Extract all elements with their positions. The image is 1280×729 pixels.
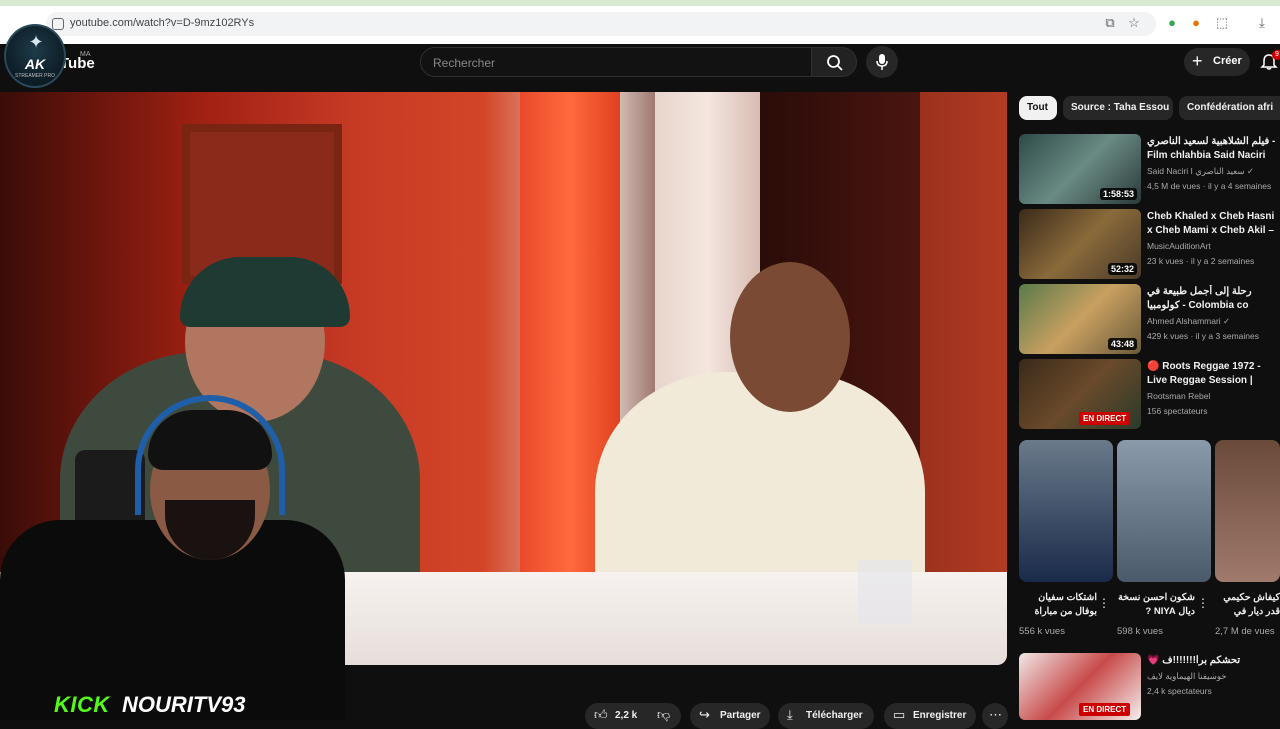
bookmark-star-icon[interactable]: ☆ — [1127, 16, 1141, 30]
water-glass — [858, 560, 912, 624]
search-placeholder: Rechercher — [433, 56, 496, 70]
short-title[interactable]: شكون احسن نسخة ديال NIYA ? — [1117, 591, 1195, 619]
short-thumbnail[interactable] — [1215, 440, 1280, 582]
eagle-logo-icon: ✦ — [28, 32, 44, 52]
video-meta: 156 spectateurs — [1147, 406, 1208, 416]
live-badge: EN DIRECT — [1079, 412, 1131, 425]
list-item[interactable]: EN DIRECT 🔴 Roots Reggae 1972 - Live Reg… — [1019, 359, 1280, 429]
video-duration: 43:48 — [1107, 338, 1137, 350]
download-label: Télécharger — [806, 710, 863, 721]
extensions-puzzle-icon[interactable]: ⬚ — [1215, 16, 1229, 30]
share-label: Partager — [720, 710, 761, 721]
streamer-logo-badge: ✦ AK STREAMER PRO — [4, 24, 66, 88]
short-title[interactable]: اشتكات سفيان بوفال من مباراة — [1019, 591, 1097, 619]
voice-search-button[interactable] — [866, 46, 898, 78]
video-title[interactable]: 💗 تحشكم برا!!!!!!!ف — [1147, 654, 1280, 668]
list-item[interactable]: 1:58:53 فيلم الشلاهبية لسعيد الناصري - F… — [1019, 134, 1280, 204]
browser-toolbar: youtube.com/watch?v=D-9mz102RYs ⧉ ☆ ● ● … — [0, 0, 1280, 44]
video-meta: 23 k vues · il y a 2 semaines — [1147, 256, 1255, 266]
save-button[interactable]: ▭ Enregistrer — [884, 703, 976, 729]
short-views: 598 k vues — [1117, 626, 1163, 637]
list-item[interactable]: EN DIRECT 💗 تحشكم برا!!!!!!!ف خوسيفنا ال… — [1019, 653, 1280, 720]
video-meta: 429 k vues · il y a 3 semaines — [1147, 331, 1259, 341]
like-count[interactable]: 2,2 k — [615, 710, 637, 721]
short-more-icon[interactable]: ⋮ — [1098, 596, 1110, 610]
short-views: 2,7 M de vues — [1215, 626, 1275, 637]
extension-icon[interactable]: ● — [1165, 16, 1179, 30]
video-thumbnail[interactable]: 1:58:53 — [1019, 134, 1141, 204]
streamer-webcam — [0, 390, 345, 720]
like-dislike-group: 👍︎ 2,2 k 👎︎ — [585, 703, 681, 729]
chip-all[interactable]: Tout — [1019, 96, 1057, 120]
channel-name[interactable]: Said Naciri I سعيد الناصري ✓ — [1147, 166, 1254, 177]
short-views: 556 k vues — [1019, 626, 1065, 637]
video-title[interactable]: 🔴 Roots Reggae 1972 - Live Reggae Sessio… — [1147, 360, 1280, 388]
microphone-icon — [876, 54, 888, 70]
logo-subtext: STREAMER PRO — [14, 73, 55, 79]
streamer-jacket — [0, 520, 345, 720]
site-info-icon[interactable] — [52, 18, 64, 30]
person-head — [730, 262, 850, 412]
headset — [135, 395, 285, 515]
download-button[interactable]: ⤓ Télécharger — [778, 703, 874, 729]
create-label: Créer — [1213, 55, 1242, 67]
video-thumbnail[interactable]: EN DIRECT — [1019, 653, 1141, 720]
youtube-header: Tube MA Rechercher + Créer 9 — [0, 44, 1280, 90]
short-thumbnail[interactable] — [1117, 440, 1211, 582]
video-duration: 1:58:53 — [1099, 188, 1137, 200]
more-actions-button[interactable]: ⋯ — [982, 703, 1008, 729]
channel-name[interactable]: Rootsman Rebel — [1147, 391, 1210, 401]
video-thumbnail[interactable]: EN DIRECT — [1019, 359, 1141, 429]
short-thumbnail[interactable] — [1019, 440, 1113, 582]
extension-icon[interactable]: ● — [1189, 16, 1203, 30]
video-meta: 4,5 M de vues · il y a 4 semaines — [1147, 181, 1272, 191]
video-meta: 2,4 k spectateurs — [1147, 686, 1212, 696]
video-title[interactable]: فيلم الشلاهبية لسعيد الناصري - Film chla… — [1147, 135, 1280, 163]
channel-name[interactable]: Ahmed Alshammari ✓ — [1147, 316, 1230, 327]
short-title[interactable]: كيفاش حكيمي قدر ديار في تمثيل — [1215, 591, 1280, 619]
video-title[interactable]: Cheb Khaled x Cheb Hasni x Cheb Mami x C… — [1147, 210, 1280, 238]
address-bar[interactable]: youtube.com/watch?v=D-9mz102RYs — [46, 12, 1156, 36]
list-item[interactable]: 52:32 Cheb Khaled x Cheb Hasni x Cheb Ma… — [1019, 209, 1280, 279]
streamer-name: NOURITV93 — [122, 692, 246, 717]
search-input[interactable]: Rechercher — [420, 47, 812, 77]
share-button[interactable]: ↪ Partager — [690, 703, 770, 729]
green-cap — [180, 257, 350, 327]
video-title[interactable]: رحلة إلى أجمل طبيعة في كولومبيا - Colomb… — [1147, 285, 1280, 313]
channel-name[interactable]: خوسيفنا الهيماوية لايف — [1147, 671, 1227, 682]
kick-logo: KICK — [54, 692, 110, 717]
list-item[interactable]: 43:48 رحلة إلى أجمل طبيعة في كولومبيا - … — [1019, 284, 1280, 354]
channel-name[interactable]: MusicAuditionArt — [1147, 241, 1211, 251]
search-icon — [827, 55, 843, 71]
chip-source[interactable]: Source : Taha Essou — [1063, 96, 1173, 120]
url-text[interactable]: youtube.com/watch?v=D-9mz102RYs — [70, 17, 254, 29]
search-button[interactable] — [811, 47, 857, 77]
country-code: MA — [80, 51, 91, 58]
save-label: Enregistrer — [913, 710, 967, 721]
install-icon[interactable]: ⧉ — [1103, 16, 1117, 30]
live-badge: EN DIRECT — [1079, 703, 1131, 716]
create-button[interactable]: + Créer — [1184, 48, 1250, 76]
plus-icon: + — [1192, 51, 1203, 71]
logo-text: AK — [24, 56, 46, 72]
notification-count-badge: 9 — [1272, 50, 1280, 60]
video-thumbnail[interactable]: 43:48 — [1019, 284, 1141, 354]
browser-tab-strip — [0, 0, 1280, 6]
video-duration: 52:32 — [1107, 263, 1137, 275]
short-more-icon[interactable]: ⋮ — [1197, 596, 1209, 610]
download-icon[interactable]: ⤓ — [1255, 16, 1269, 30]
video-thumbnail[interactable]: 52:32 — [1019, 209, 1141, 279]
chip-confederation[interactable]: Confédération afri — [1179, 96, 1280, 120]
